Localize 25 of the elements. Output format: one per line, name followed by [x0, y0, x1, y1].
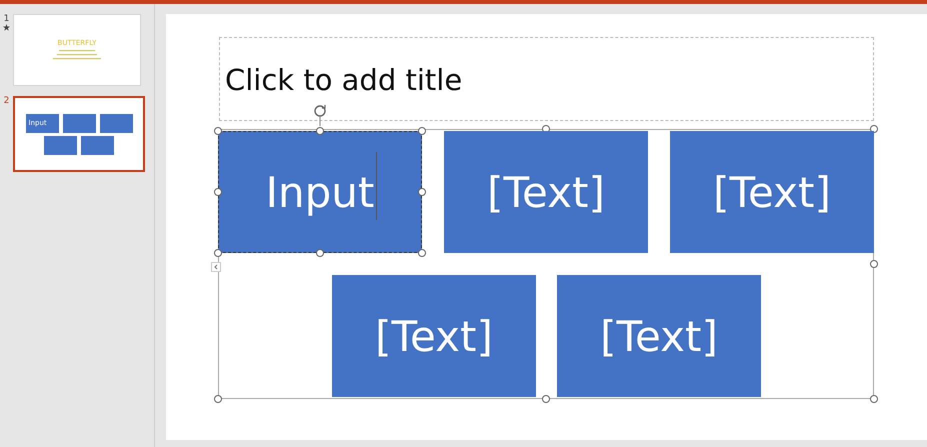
resize-handle[interactable]	[214, 249, 222, 257]
thumbnail-box	[44, 136, 77, 154]
resize-handle[interactable]	[418, 249, 426, 257]
thumbnail-box	[100, 114, 132, 132]
thumbnail-box	[81, 136, 114, 154]
thumbnail-box	[62, 114, 96, 132]
resize-handle[interactable]	[316, 127, 324, 135]
expand-tab-icon[interactable]	[211, 262, 221, 272]
slide-number: 2	[4, 96, 10, 106]
text-shape[interactable]: Input	[218, 131, 422, 253]
text-shape[interactable]: [Text]	[557, 275, 761, 397]
text-shape[interactable]: [Text]	[444, 131, 648, 253]
slide-number: 1	[4, 14, 10, 24]
resize-handle[interactable]	[870, 260, 878, 268]
rotate-handle-icon[interactable]	[312, 104, 328, 126]
resize-handle[interactable]	[316, 249, 324, 257]
resize-handle[interactable]	[418, 127, 426, 135]
resize-handle[interactable]	[214, 188, 222, 196]
text-shape[interactable]: [Text]	[670, 131, 874, 253]
text-shape[interactable]: [Text]	[332, 275, 536, 397]
resize-handle[interactable]	[214, 395, 222, 403]
resize-handle[interactable]	[870, 395, 878, 403]
resize-handle[interactable]	[542, 395, 550, 403]
resize-handle[interactable]	[418, 188, 426, 196]
resize-handle[interactable]	[214, 127, 222, 135]
